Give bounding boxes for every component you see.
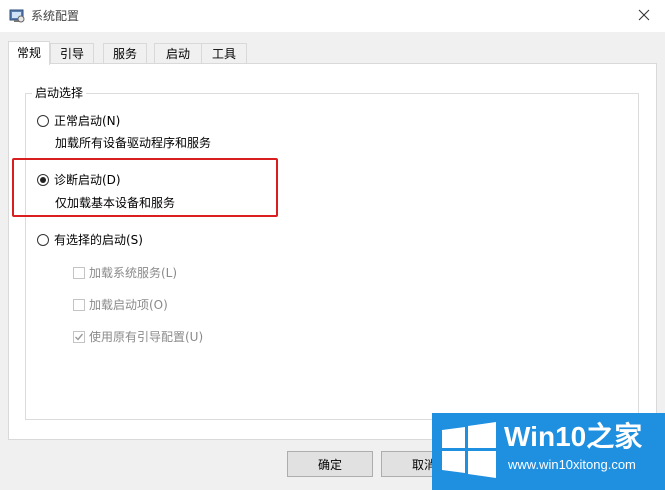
use-original-boot-config-label: 使用原有引导配置(U)	[89, 330, 204, 344]
win10-watermark: Win10之家 www.win10xitong.com	[432, 413, 665, 490]
selective-startup-radio[interactable]: 有选择的启动(S)	[37, 233, 143, 247]
checkbox-checked-icon	[73, 330, 85, 343]
msconfig-app-icon	[9, 8, 25, 24]
watermark-brand: Win10之家	[504, 421, 643, 452]
tab-tools[interactable]: 工具	[201, 43, 247, 63]
watermark-url: www.win10xitong.com	[508, 457, 636, 472]
diagnostic-startup-description: 仅加载基本设备和服务	[55, 196, 176, 210]
normal-startup-description: 加载所有设备驱动程序和服务	[55, 136, 212, 150]
close-button[interactable]	[629, 4, 659, 26]
windows-logo-icon	[442, 422, 496, 478]
tab-services[interactable]: 服务	[103, 43, 147, 63]
normal-startup-radio[interactable]: 正常启动(N)	[37, 114, 120, 128]
radio-unchecked-icon	[37, 115, 49, 127]
radio-unchecked-icon	[37, 234, 49, 246]
normal-startup-label: 正常启动(N)	[54, 114, 121, 128]
diagnostic-startup-radio[interactable]: 诊断启动(D)	[37, 173, 121, 187]
tab-boot[interactable]: 引导	[50, 43, 94, 63]
load-system-services-label: 加载系统服务(L)	[89, 266, 178, 280]
tab-general[interactable]: 常规	[8, 41, 50, 65]
startup-selection-title: 启动选择	[32, 86, 87, 100]
ok-button[interactable]: 确定	[287, 451, 373, 477]
radio-checked-icon	[37, 174, 49, 186]
use-original-boot-config-checkbox[interactable]: 使用原有引导配置(U)	[73, 328, 203, 345]
diagnostic-startup-label: 诊断启动(D)	[54, 173, 121, 187]
checkbox-unchecked-icon	[73, 266, 85, 279]
tab-startup[interactable]: 启动	[154, 43, 202, 63]
title-bar: 系统配置	[0, 0, 665, 32]
selective-startup-label: 有选择的启动(S)	[54, 233, 143, 247]
load-startup-items-checkbox[interactable]: 加载启动项(O)	[73, 296, 168, 313]
window-title: 系统配置	[31, 9, 80, 23]
load-system-services-checkbox[interactable]: 加载系统服务(L)	[73, 264, 177, 281]
load-startup-items-label: 加载启动项(O)	[89, 298, 168, 312]
checkbox-unchecked-icon	[73, 298, 85, 311]
close-icon	[638, 9, 650, 21]
